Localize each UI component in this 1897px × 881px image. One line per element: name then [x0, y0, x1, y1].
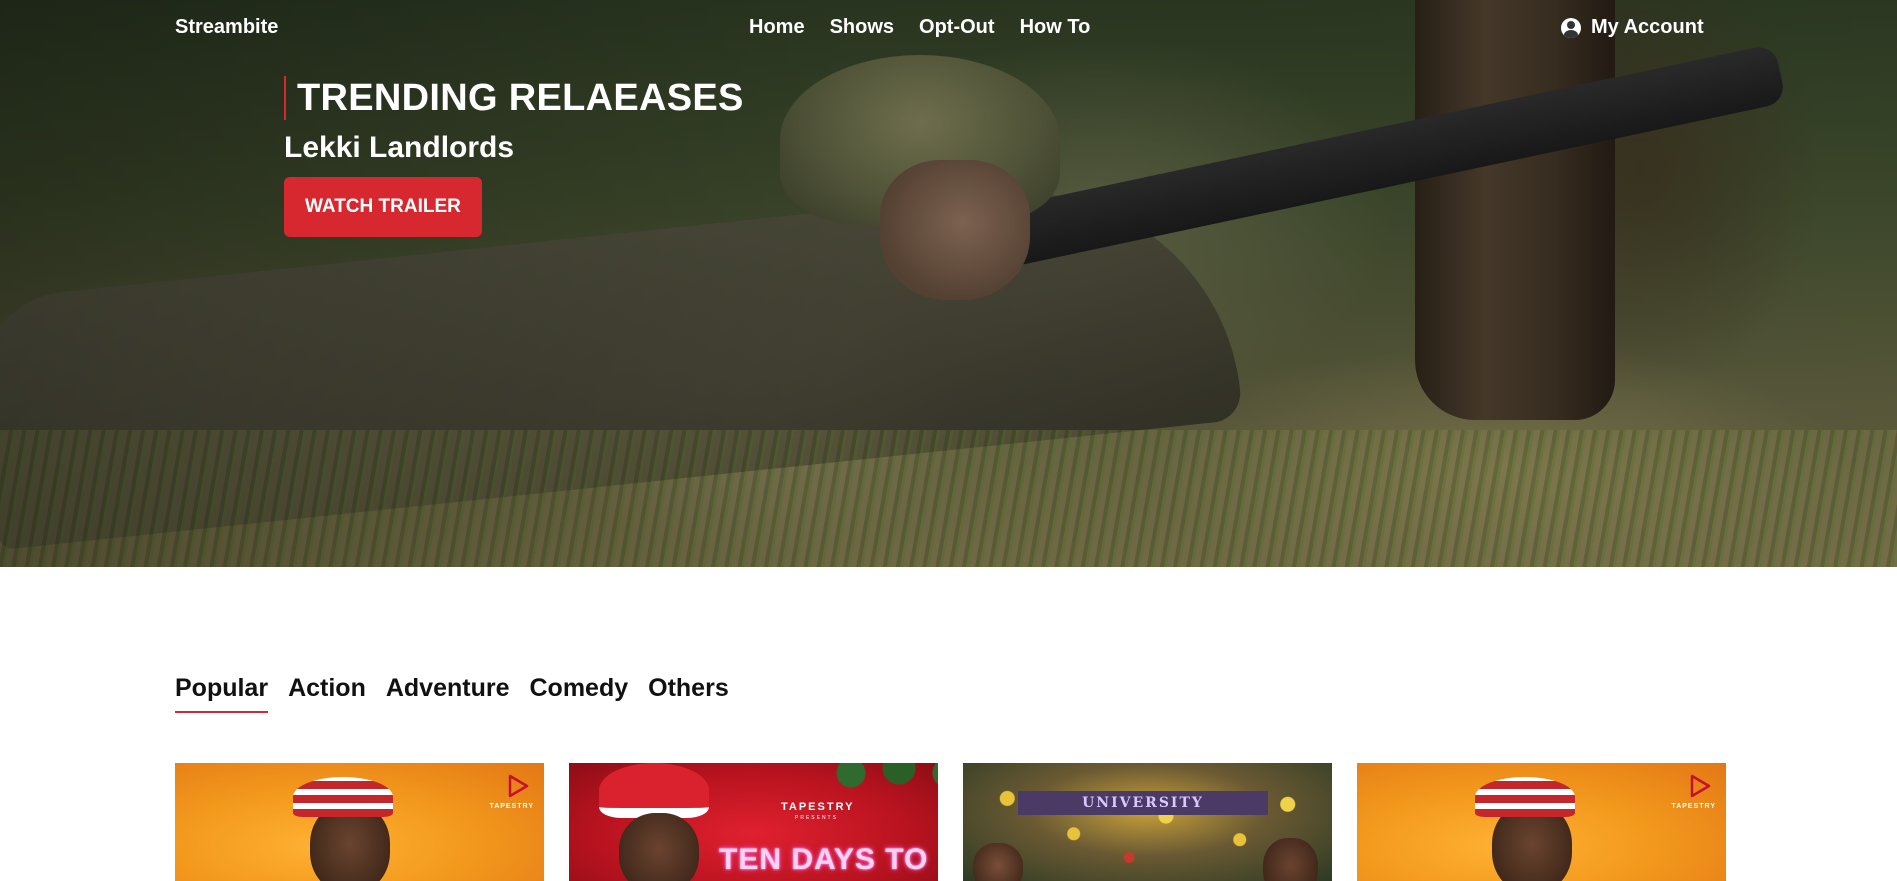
user-circle-icon — [1561, 17, 1581, 38]
poster-brand: TAPESTRY — [1671, 803, 1716, 810]
my-account-link[interactable]: My Account — [1561, 16, 1704, 39]
movie-card[interactable]: TAPESTRY PRESENTS TEN DAYS TO — [569, 763, 938, 881]
poster-title: TEN DAYS TO — [719, 843, 929, 876]
tab-others[interactable]: Others — [648, 674, 729, 713]
hero-heading: TRENDING RELAEASES — [284, 76, 744, 120]
poster-brand: TAPESTRY — [489, 803, 534, 810]
nav-link-home[interactable]: Home — [749, 16, 805, 39]
hero-movie-title: Lekki Landlords — [284, 131, 515, 164]
poster-actor — [1263, 838, 1318, 881]
poster-hat — [1475, 777, 1575, 817]
nav-link-opt-out[interactable]: Opt-Out — [919, 16, 995, 39]
play-icon — [1690, 774, 1711, 798]
category-tabs: Popular Action Adventure Comedy Others — [175, 674, 729, 713]
tab-popular[interactable]: Popular — [175, 674, 269, 713]
poster-presents: PRESENTS — [795, 815, 838, 821]
hero-content: TRENDING RELAEASES Lekki Landlords WATCH… — [284, 76, 744, 237]
nav-links: Home Shows Opt-Out How To — [749, 16, 1090, 39]
poster-wreath — [819, 763, 938, 793]
movie-card-grid: TAPESTRY TAPESTRY PRESENTS TEN DAYS TO U… — [175, 763, 1726, 881]
movie-card[interactable]: TAPESTRY — [175, 763, 544, 881]
top-navigation: Streambite Home Shows Opt-Out How To My … — [0, 0, 1897, 56]
nav-link-shows[interactable]: Shows — [830, 16, 894, 39]
watch-trailer-button[interactable]: WATCH TRAILER — [284, 177, 482, 237]
poster-actor — [619, 813, 699, 881]
my-account-label: My Account — [1591, 16, 1704, 38]
poster-sign: UNIVERSITY — [1018, 791, 1268, 815]
movie-card[interactable]: TAPESTRY — [1357, 763, 1726, 881]
brand-logo[interactable]: Streambite — [175, 16, 278, 39]
poster-brand: TAPESTRY — [781, 801, 855, 813]
movie-card[interactable]: UNIVERSITY — [963, 763, 1332, 881]
poster-santa-hat — [599, 763, 709, 818]
tab-action[interactable]: Action — [288, 674, 366, 713]
nav-link-how-to[interactable]: How To — [1020, 16, 1091, 39]
poster-actress — [973, 843, 1023, 881]
tab-comedy[interactable]: Comedy — [530, 674, 629, 713]
poster-hat — [293, 777, 393, 817]
tab-adventure[interactable]: Adventure — [386, 674, 510, 713]
play-icon — [508, 774, 529, 798]
